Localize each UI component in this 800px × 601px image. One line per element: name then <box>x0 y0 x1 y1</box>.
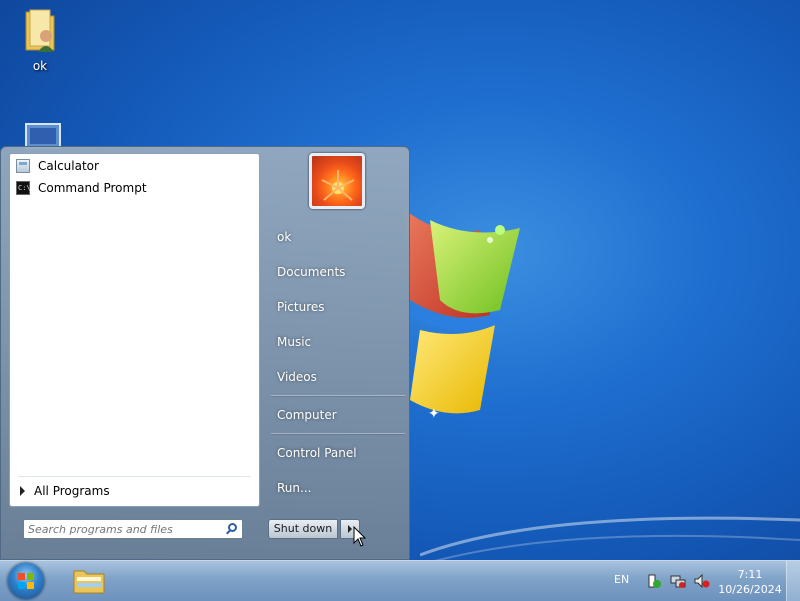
all-programs-label: All Programs <box>34 484 110 498</box>
program-label: Command Prompt <box>38 181 147 195</box>
clock-time: 7:11 <box>737 568 763 581</box>
search-icon[interactable] <box>228 523 237 532</box>
chevron-right-icon <box>348 525 352 533</box>
program-label: Calculator <box>38 159 99 173</box>
divider <box>271 395 405 397</box>
divider <box>271 433 405 435</box>
start-right-item-documents[interactable]: Documents <box>271 258 406 286</box>
wallpaper-logo: ✦ <box>405 210 520 422</box>
start-right-item-control-panel[interactable]: Control Panel <box>271 439 406 467</box>
flower-icon <box>321 170 355 201</box>
network-icon[interactable] <box>670 573 686 589</box>
all-programs-button[interactable]: All Programs <box>20 484 110 498</box>
volume-muted-icon[interactable] <box>694 573 710 589</box>
start-button[interactable] <box>8 563 44 599</box>
taskbar: EN 7:11 10/26/2024 <box>0 560 800 601</box>
show-desktop-button[interactable] <box>786 561 800 601</box>
mouse-cursor-icon <box>353 526 367 547</box>
action-center-icon[interactable] <box>646 573 662 589</box>
start-right-item-pictures[interactable]: Pictures <box>271 293 406 321</box>
search-input[interactable] <box>28 521 218 537</box>
desktop-icon-label: ok <box>32 59 48 73</box>
desktop-icon-ok[interactable]: ok <box>8 6 72 73</box>
start-right-item-computer[interactable]: Computer <box>271 401 406 429</box>
program-item-calculator[interactable]: Calculator <box>10 155 259 177</box>
shutdown-button[interactable]: Shut down <box>268 519 338 539</box>
windows-flag-icon <box>18 573 34 589</box>
calculator-icon <box>16 159 30 173</box>
command-prompt-icon: C:\ <box>16 181 31 195</box>
start-menu-programs-pane: Calculator C:\ Command Prompt All Progra… <box>9 153 260 507</box>
start-right-item-user[interactable]: ok <box>271 223 406 251</box>
windows-explorer-icon[interactable] <box>70 565 108 597</box>
start-right-item-music[interactable]: Music <box>271 328 406 356</box>
program-item-command-prompt[interactable]: C:\ Command Prompt <box>10 177 259 199</box>
search-box[interactable] <box>23 519 243 539</box>
start-right-item-videos[interactable]: Videos <box>271 363 406 391</box>
start-right-item-run[interactable]: Run... <box>271 474 406 502</box>
chevron-right-icon <box>20 486 25 496</box>
start-menu: Calculator C:\ Command Prompt All Progra… <box>0 146 410 560</box>
clock-date: 10/26/2024 <box>718 583 782 596</box>
svg-text:✦: ✦ <box>428 406 440 422</box>
language-indicator[interactable]: EN <box>614 573 629 586</box>
user-picture[interactable] <box>309 153 365 209</box>
user-folder-icon <box>25 9 55 52</box>
system-clock[interactable]: 7:11 10/26/2024 <box>718 567 782 597</box>
divider <box>18 476 251 477</box>
